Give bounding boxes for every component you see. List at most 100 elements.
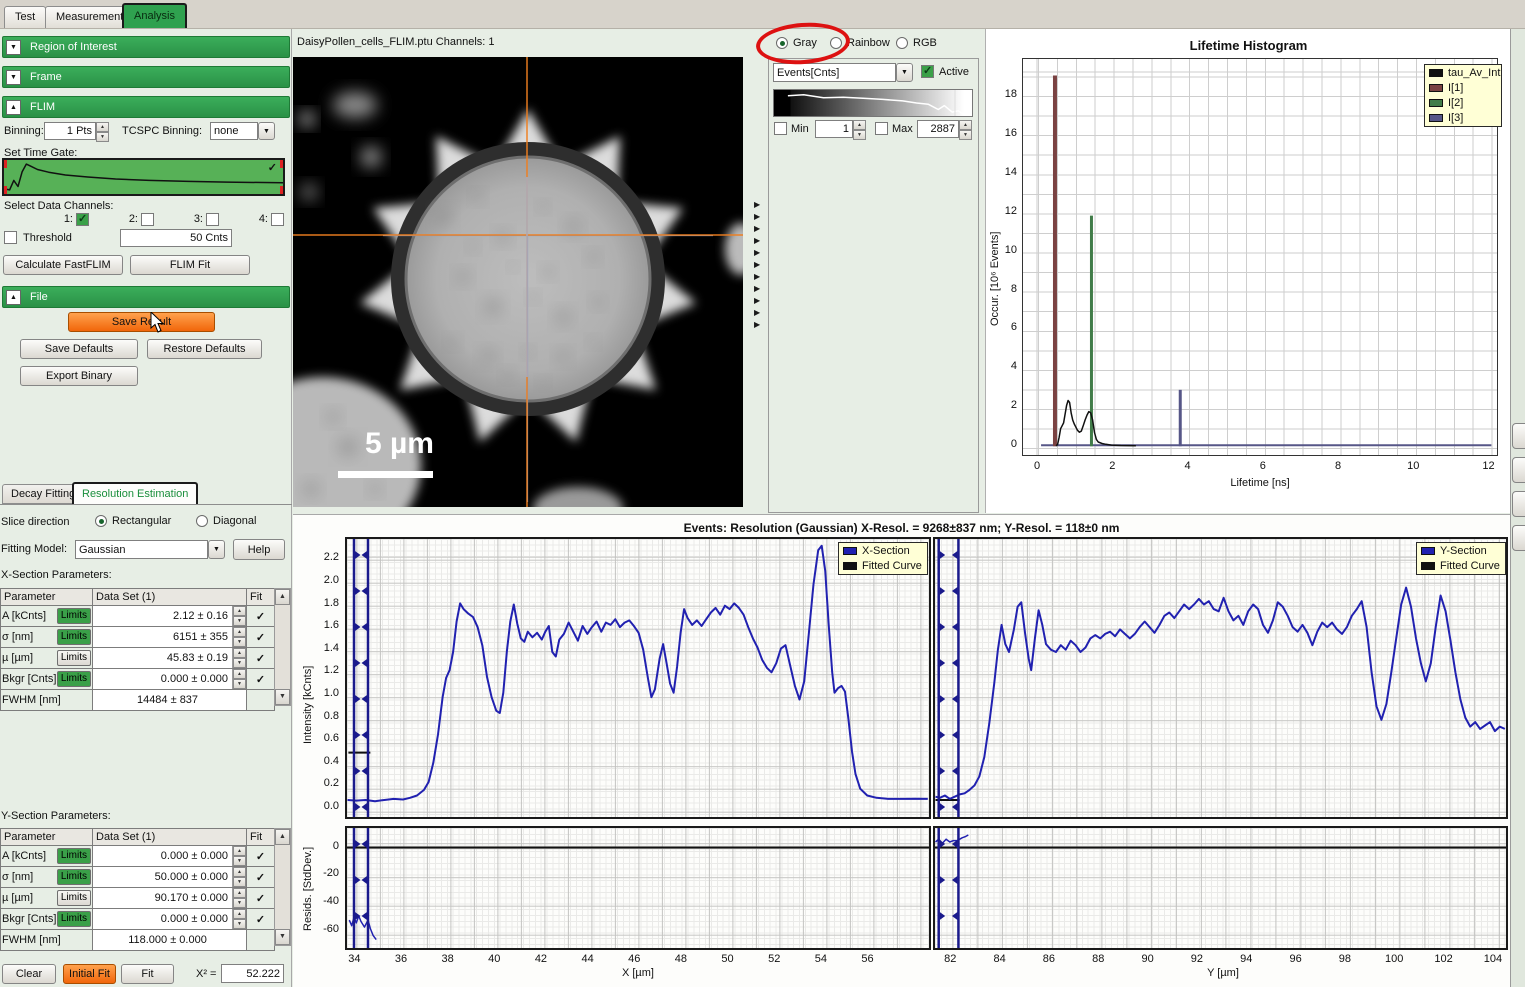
max-checkbox[interactable]: [875, 122, 888, 135]
max-input[interactable]: 2887: [917, 120, 959, 138]
slice-diagonal-radio[interactable]: Diagonal: [196, 515, 256, 527]
restore-defaults-button[interactable]: Restore Defaults: [147, 339, 262, 359]
clear-button[interactable]: Clear: [2, 964, 56, 984]
threshold-toggle[interactable]: Threshold: [4, 231, 72, 244]
value-stepper[interactable]: ▲▼: [233, 888, 246, 908]
export-binary-button[interactable]: Export Binary: [20, 366, 138, 386]
value-stepper[interactable]: ▲▼: [233, 846, 246, 866]
min-checkbox[interactable]: [774, 122, 787, 135]
slice-rectangular-radio[interactable]: Rectangular: [95, 515, 171, 527]
value-stepper[interactable]: ▲▼: [233, 867, 246, 887]
channel-checkbox[interactable]: [141, 213, 154, 226]
param-value[interactable]: 90.170 ± 0.000: [93, 888, 233, 908]
section-header-roi[interactable]: ▼Region of Interest: [2, 36, 290, 58]
fit-checkbox[interactable]: [247, 690, 275, 711]
tab-measurement[interactable]: Measurement: [45, 6, 134, 28]
channel-source-select[interactable]: Events[Cnts]: [773, 63, 896, 82]
fitting-model-select[interactable]: Gaussian: [75, 540, 208, 559]
limits-button[interactable]: Limits: [57, 608, 91, 624]
dropdown-arrow-icon[interactable]: ▼: [258, 122, 275, 140]
param-value[interactable]: 2.12 ± 0.16: [93, 606, 233, 626]
param-value[interactable]: 50.000 ± 0.000: [93, 867, 233, 887]
limits-button[interactable]: Limits: [57, 890, 91, 906]
tcspc-binning-select[interactable]: none: [210, 122, 258, 140]
param-value[interactable]: 6151 ± 355: [93, 627, 233, 647]
splitter-handle[interactable]: ▶▶▶▶▶▶▶▶▶▶▶: [754, 199, 760, 331]
threshold-input[interactable]: 50 Cnts: [120, 229, 232, 247]
save-defaults-button[interactable]: Save Defaults: [20, 339, 138, 359]
value-stepper[interactable]: ▲▼: [233, 669, 246, 689]
section-header-file[interactable]: ▲File: [2, 286, 290, 308]
value-stepper[interactable]: ▲▼: [233, 648, 246, 668]
active-checkbox[interactable]: [921, 65, 934, 78]
save-result-button[interactable]: Save Result: [68, 312, 215, 332]
min-stepper[interactable]: ▲▼: [853, 120, 866, 138]
limits-button[interactable]: Limits: [57, 650, 91, 666]
fit-checkbox[interactable]: ✓: [247, 888, 275, 909]
min-input[interactable]: 1: [815, 120, 853, 138]
fit-checkbox[interactable]: ✓: [247, 606, 275, 627]
value-stepper[interactable]: ▲▼: [233, 606, 246, 626]
rgb-radio[interactable]: RGB: [896, 37, 937, 49]
y-table-scrollbar[interactable]: ▲▼: [274, 828, 291, 946]
radio-icon[interactable]: [196, 515, 208, 527]
value-stepper[interactable]: ▲▼: [233, 909, 246, 929]
channel-checkbox[interactable]: [271, 213, 284, 226]
intensity-gradient[interactable]: [773, 89, 973, 117]
time-gate-widget[interactable]: ✓: [2, 158, 285, 196]
section-header-frame[interactable]: ▼Frame: [2, 66, 290, 88]
tab-resolution-estimation[interactable]: Resolution Estimation: [72, 482, 198, 504]
radio-icon[interactable]: [95, 515, 107, 527]
fit-checkbox[interactable]: ✓: [247, 846, 275, 867]
help-button[interactable]: Help: [233, 539, 285, 560]
max-stepper[interactable]: ▲▼: [959, 120, 972, 138]
fit-checkbox[interactable]: ✓: [247, 909, 275, 930]
threshold-checkbox[interactable]: [4, 231, 17, 244]
fit-checkbox[interactable]: ✓: [247, 648, 275, 669]
channel-checkbox[interactable]: [76, 213, 89, 226]
active-toggle[interactable]: Active: [921, 65, 969, 78]
limits-button[interactable]: Limits: [57, 911, 91, 927]
flim-fit-button[interactable]: FLIM Fit: [130, 255, 250, 275]
param-value[interactable]: 0.000 ± 0.000: [93, 669, 233, 689]
param-value[interactable]: 45.83 ± 0.19: [93, 648, 233, 668]
param-value[interactable]: 0.000 ± 0.000: [93, 846, 233, 866]
section-header-flim[interactable]: ▲FLIM: [2, 96, 290, 118]
fit-button[interactable]: Fit: [121, 964, 174, 984]
x-resid-plot[interactable]: [345, 826, 931, 950]
initial-fit-button[interactable]: Initial Fit: [63, 964, 116, 984]
fit-checkbox[interactable]: ✓: [247, 867, 275, 888]
chevron-up-icon[interactable]: ▲: [6, 100, 21, 115]
collapsed-side-button[interactable]: [1512, 423, 1525, 449]
binning-input[interactable]: 1 Pts: [44, 122, 96, 140]
tab-analysis[interactable]: Analysis: [122, 3, 187, 28]
microscopy-image[interactable]: 5 µm: [293, 57, 743, 507]
chevron-down-icon[interactable]: ▼: [6, 40, 21, 55]
limits-button[interactable]: Limits: [57, 629, 91, 645]
dropdown-arrow-icon[interactable]: ▼: [208, 540, 225, 559]
fit-checkbox[interactable]: [247, 930, 275, 951]
chevron-up-icon[interactable]: ▲: [6, 290, 21, 305]
collapsed-side-button[interactable]: [1512, 457, 1525, 483]
max-toggle[interactable]: Max: [875, 122, 913, 135]
radio-icon[interactable]: [896, 37, 908, 49]
dropdown-arrow-icon[interactable]: ▼: [896, 63, 913, 82]
limits-button[interactable]: Limits: [57, 671, 91, 687]
calculate-fastflim-button[interactable]: Calculate FastFLIM: [3, 255, 123, 275]
fit-checkbox[interactable]: ✓: [247, 627, 275, 648]
fit-checkbox[interactable]: ✓: [247, 669, 275, 690]
x-section-plot[interactable]: [345, 537, 931, 819]
limits-button[interactable]: Limits: [57, 869, 91, 885]
x-table-scrollbar[interactable]: ▲▼: [274, 588, 291, 706]
y-resid-plot[interactable]: [933, 826, 1508, 950]
param-value[interactable]: 0.000 ± 0.000: [93, 909, 233, 929]
value-stepper[interactable]: ▲▼: [233, 627, 246, 647]
limits-button[interactable]: Limits: [57, 848, 91, 864]
channel-checkbox[interactable]: [206, 213, 219, 226]
collapsed-side-button[interactable]: [1512, 525, 1525, 551]
y-section-plot[interactable]: [933, 537, 1508, 819]
collapsed-side-button[interactable]: [1512, 491, 1525, 517]
chevron-down-icon[interactable]: ▼: [6, 70, 21, 85]
min-toggle[interactable]: Min: [774, 122, 809, 135]
tab-test[interactable]: Test: [4, 6, 46, 28]
